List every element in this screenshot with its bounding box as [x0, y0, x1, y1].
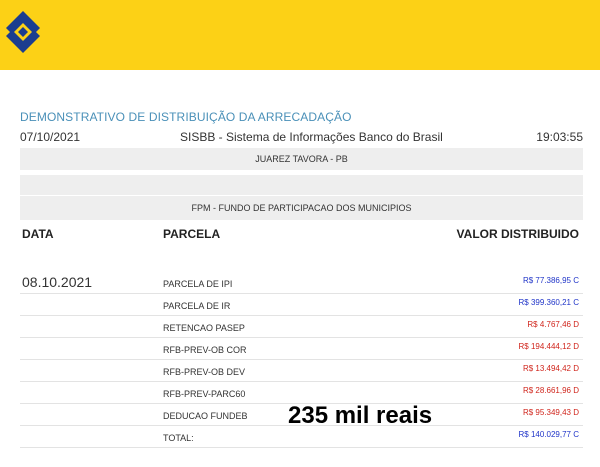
table-row: RETENCAO PASEP R$ 4.767,46 D — [20, 316, 583, 338]
row-valor: R$ 399.360,21 C — [518, 298, 580, 307]
row-valor: R$ 13.494,42 D — [522, 364, 579, 373]
overlay-caption: 235 mil reais — [288, 402, 433, 429]
banco-do-brasil-logo-icon[interactable] — [4, 9, 42, 55]
row-valor: R$ 194.444,12 D — [518, 342, 580, 351]
system-name: SISBB - Sistema de Informações Banco do … — [180, 130, 443, 144]
row-date: 08.10.2021 — [22, 274, 93, 290]
report-time: 19:03:55 — [536, 130, 583, 144]
report-meta-line: 07/10/2021 SISBB - Sistema de Informaçõe… — [20, 130, 583, 146]
row-parcela: PARCELA DE IPI — [163, 279, 233, 289]
row-parcela: RFB-PREV-OB DEV — [163, 367, 246, 377]
row-parcela: PARCELA DE IR — [163, 301, 231, 311]
row-parcela: RFB-PREV-OB COR — [163, 345, 247, 355]
top-header-bar — [0, 0, 600, 70]
table-row: 08.10.2021 PARCELA DE IPI R$ 77.386,95 C — [20, 272, 583, 294]
table-row: PARCELA DE IR R$ 399.360,21 C — [20, 294, 583, 316]
table-row: RFB-PREV-PARC60 R$ 28.661,96 D — [20, 382, 583, 404]
municipality-band: JUAREZ TAVORA - PB — [20, 148, 583, 170]
row-valor: R$ 77.386,95 C — [522, 276, 579, 285]
report-title: DEMONSTRATIVO DE DISTRIBUIÇÃO DA ARRECAD… — [20, 110, 352, 124]
row-parcela: RFB-PREV-PARC60 — [163, 389, 246, 399]
row-valor: R$ 4.767,46 D — [527, 320, 579, 329]
table-row: RFB-PREV-OB COR R$ 194.444,12 D — [20, 338, 583, 360]
spacer-band — [20, 175, 583, 195]
fund-band: FPM - FUNDO DE PARTICIPACAO DOS MUNICIPI… — [20, 196, 583, 220]
row-parcela: RETENCAO PASEP — [163, 323, 245, 333]
report-date: 07/10/2021 — [20, 130, 81, 144]
row-parcela: TOTAL: — [163, 433, 194, 443]
table-header: DATA PARCELA VALOR DISTRIBUIDO — [20, 224, 583, 248]
row-valor: R$ 95.349,43 D — [522, 408, 579, 417]
row-valor: R$ 28.661,96 D — [522, 386, 579, 395]
header-data: DATA — [22, 227, 54, 241]
header-parcela: PARCELA — [163, 227, 221, 241]
row-parcela: DEDUCAO FUNDEB — [163, 411, 248, 421]
header-valor: VALOR DISTRIBUIDO — [456, 227, 579, 241]
table-row: RFB-PREV-OB DEV R$ 13.494,42 D — [20, 360, 583, 382]
row-valor: R$ 140.029,77 C — [518, 430, 580, 439]
